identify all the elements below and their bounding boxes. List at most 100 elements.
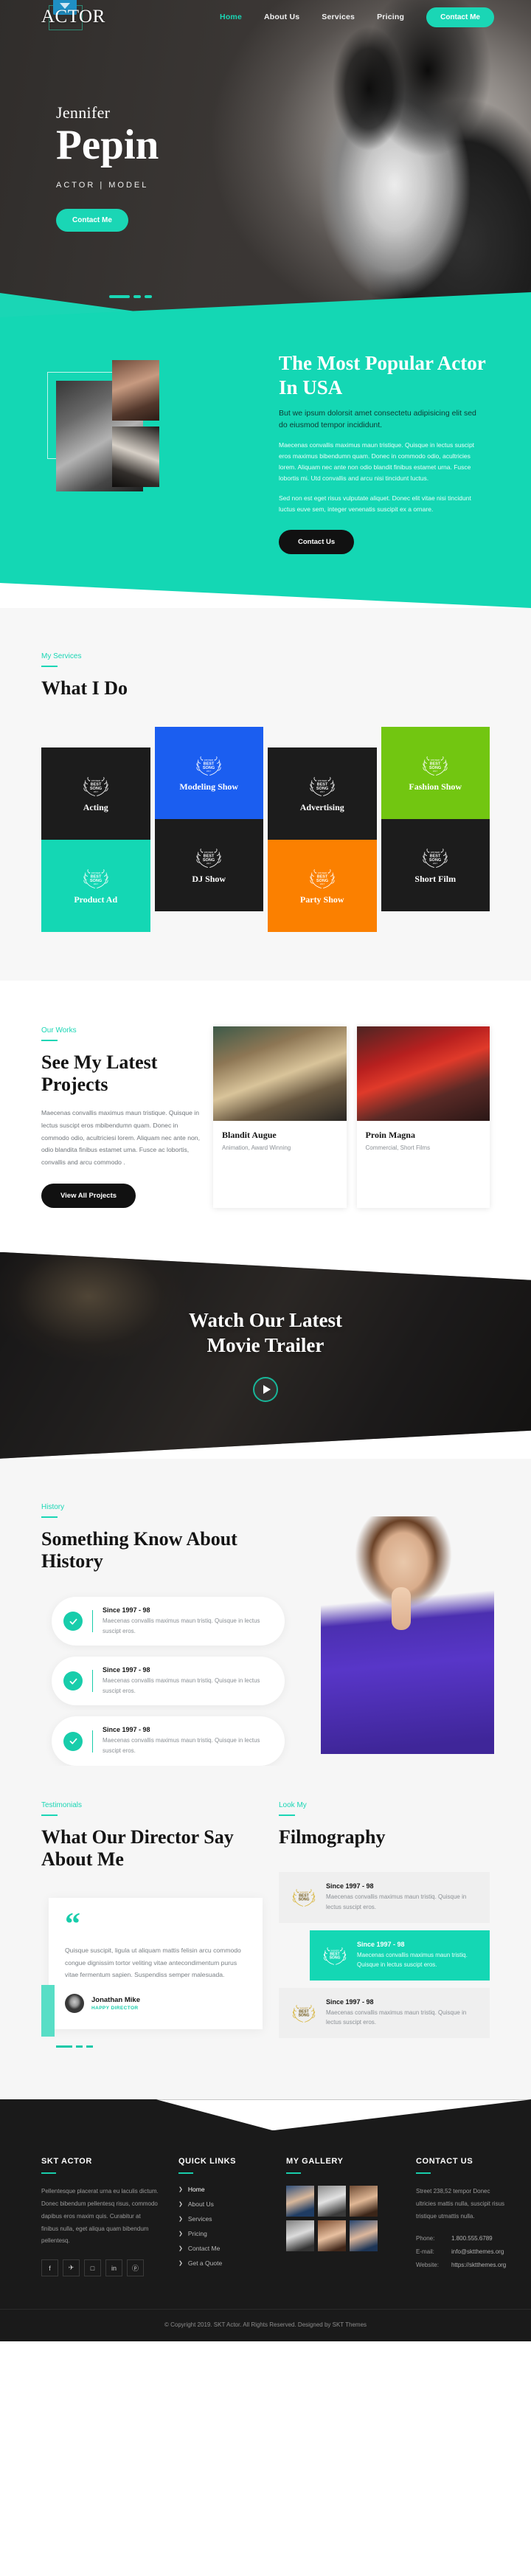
chevron-right-icon: ❯ [178, 2246, 183, 2252]
gallery-thumbnail[interactable] [286, 2186, 314, 2217]
history-title: Something Know About History [41, 1527, 237, 1572]
quote-icon: “ [65, 1907, 80, 1942]
gallery-thumbnail[interactable] [286, 2220, 314, 2252]
services-column-1: ★ WINNER ★ BEST SONG 2017 Acting ★ WINNE… [41, 747, 150, 932]
nav-item-home[interactable]: Home [220, 13, 242, 21]
footer-link-contact-me[interactable]: ❯ Contact Me [178, 2245, 267, 2252]
gallery-thumbnail[interactable] [318, 2186, 346, 2217]
history-item[interactable]: Since 1997 - 98 Maecenas convallis maxim… [52, 1716, 285, 1766]
footer-quick-links-rule [178, 2172, 193, 2175]
footer-contact-column: CONTACT US Street 238,52 tempor Donec ul… [416, 2157, 506, 2276]
history-item-divider [92, 1730, 93, 1753]
laurel-wreath-icon: ★ WINNER ★ BEST SONG 2017 [196, 756, 221, 776]
laurel-wreath-icon: ★ WINNER ★ BEST SONG 2017 [423, 756, 448, 776]
instagram-icon[interactable]: □ [84, 2259, 101, 2277]
svg-text:2017: 2017 [94, 790, 99, 793]
service-card-acting[interactable]: ★ WINNER ★ BEST SONG 2017 Acting [41, 747, 150, 840]
footer-copyright: © Copyright 2019. SKT Actor. All Rights … [0, 2309, 531, 2341]
testimonial-quote-text: Quisque suscipit, ligula ut aliquam matt… [65, 1947, 241, 1978]
service-card-product-ad[interactable]: ★ WINNER ★ BEST SONG 2017 Product Ad [41, 839, 150, 932]
works-body-text: Maecenas convallis maximus maun tristiqu… [41, 1109, 200, 1167]
project-thumbnail [356, 1026, 490, 1121]
project-card[interactable]: Blandit Augue Animation, Award Winning [213, 1026, 347, 1208]
filmography-item[interactable]: ★ WINNER ★ BEST SONG Since 1997 - 98 Mae… [310, 1930, 490, 1981]
service-card-short-film[interactable]: ★ WINNER ★ BEST SONG 2017 Short Film [381, 818, 490, 911]
history-item-text: Maecenas convallis maximus maun tristiq.… [103, 1677, 260, 1694]
gallery-thumbnail[interactable] [350, 2186, 378, 2217]
service-card-modeling-show[interactable]: ★ WINNER ★ BEST SONG 2017 Modeling Show [154, 726, 263, 819]
footer-link-get-a-quote[interactable]: ❯ Get a Quote [178, 2259, 267, 2267]
services-title: What I Do [41, 677, 128, 699]
svg-text:★ WINNER ★: ★ WINNER ★ [201, 851, 216, 854]
footer-gallery-grid [286, 2186, 397, 2252]
hero-first-name: Jennifer [56, 103, 111, 122]
footer-link-label: About Us [187, 2200, 214, 2209]
footer-link-services[interactable]: ❯ Services [178, 2215, 267, 2223]
history-list: Since 1997 - 98 Maecenas convallis maxim… [41, 1597, 285, 1766]
hero-slider-dots[interactable] [109, 295, 152, 298]
contact-row-value[interactable]: 1.800.555.6789 [451, 2235, 493, 2242]
history-portrait-image [321, 1516, 494, 1754]
testimonial-slider-dots[interactable] [56, 2045, 263, 2048]
nav-item-pricing[interactable]: Pricing [377, 13, 404, 21]
contact-row-value[interactable]: info@sktthemes.org [451, 2248, 504, 2255]
twitter-icon[interactable]: ✈ [63, 2259, 80, 2277]
svg-text:★ WINNER ★: ★ WINNER ★ [297, 2006, 310, 2009]
filmography-item[interactable]: ★ WINNER ★ BEST SONG Since 1997 - 98 Mae… [279, 1987, 490, 2038]
facebook-icon[interactable]: f [41, 2259, 58, 2277]
chevron-right-icon: ❯ [178, 2187, 183, 2193]
footer-quick-links-column: QUICK LINKS ❯ Home ❯ About Us ❯ Services ❯ P… [178, 2157, 267, 2276]
gallery-thumbnail[interactable] [350, 2220, 378, 2252]
history-item-heading: Since 1997 - 98 [103, 1726, 150, 1734]
svg-text:SONG: SONG [316, 787, 328, 791]
service-card-party-show[interactable]: ★ WINNER ★ BEST SONG 2017 Party Show [268, 839, 377, 932]
gallery-thumbnail[interactable] [318, 2220, 346, 2252]
linkedin-icon[interactable]: in [105, 2259, 122, 2277]
history-eyebrow-rule [41, 1516, 58, 1518]
popular-contact-us-button[interactable]: Contact Us [279, 530, 354, 554]
works-title: See My Latest Projects [41, 1051, 158, 1096]
hero-contact-me-button[interactable]: Contact Me [56, 209, 128, 232]
filmography-item[interactable]: ★ WINNER ★ BEST SONG Since 1997 - 98 Mae… [279, 1872, 490, 1923]
pinterest-icon[interactable]: ⓟ [127, 2259, 144, 2277]
site-footer: SKT ACTOR Pellentesque placerat urna eu … [0, 2099, 531, 2342]
history-item[interactable]: Since 1997 - 98 Maecenas convallis maxim… [52, 1597, 285, 1646]
laurel-wreath-icon: ★ WINNER ★ BEST SONG 2017 [196, 848, 221, 868]
history-section: History Something Know About History Sin… [0, 1458, 531, 1766]
logo-label: ACTOR [41, 7, 105, 27]
hero-last-name: Pepin [56, 122, 159, 168]
play-icon[interactable] [253, 1377, 278, 1402]
svg-text:2017: 2017 [433, 770, 438, 773]
contact-row-key: Website: [416, 2261, 439, 2268]
filmography-item-heading: Since 1997 - 98 [357, 1940, 405, 1948]
history-item[interactable]: Since 1997 - 98 Maecenas convallis maxim… [52, 1657, 285, 1706]
footer-link-home[interactable]: ❯ Home [178, 2186, 267, 2193]
footer-link-about-us[interactable]: ❯ About Us [178, 2200, 267, 2208]
services-section: My Services What I Do ★ WINNER ★ BEST SO… [0, 608, 531, 981]
view-all-projects-button[interactable]: View All Projects [41, 1183, 136, 1208]
history-eyebrow: History [41, 1502, 65, 1511]
project-subtitle: Animation, Award Winning [222, 1144, 291, 1151]
avatar [65, 1994, 84, 2014]
svg-text:★ WINNER ★: ★ WINNER ★ [428, 851, 442, 854]
service-card-advertising[interactable]: ★ WINNER ★ BEST SONG 2017 Advertising [268, 747, 377, 840]
services-eyebrow-rule [41, 666, 58, 667]
testimonials-eyebrow: Testimonials [41, 1800, 83, 1809]
service-card-dj-show[interactable]: ★ WINNER ★ BEST SONG 2017 DJ Show [154, 818, 263, 911]
service-card-fashion-show[interactable]: ★ WINNER ★ BEST SONG 2017 Fashion Show [381, 726, 490, 819]
chevron-right-icon: ❯ [178, 2202, 183, 2208]
nav-contact-me-button[interactable]: Contact Me [426, 7, 494, 27]
svg-text:SONG: SONG [90, 787, 102, 791]
project-card[interactable]: Proin Magna Commercial, Short Films [356, 1026, 490, 1208]
history-item-text: Maecenas convallis maximus maun tristiq.… [103, 1617, 260, 1634]
contact-row-value[interactable]: https://sktthemes.org [451, 2262, 506, 2268]
nav-item-services[interactable]: Services [322, 13, 355, 21]
collage-image-2 [112, 360, 159, 421]
nav-item-about-us[interactable]: About Us [264, 13, 299, 21]
footer-link-pricing[interactable]: ❯ Pricing [178, 2230, 267, 2237]
filmography-item-text: Maecenas convallis maximus maun tristiq.… [357, 1951, 468, 1969]
svg-text:★ WINNER ★: ★ WINNER ★ [315, 871, 330, 874]
most-popular-section: The Most Popular Actor In USA But we ips… [0, 292, 531, 608]
site-logo[interactable]: ACTOR [41, 0, 105, 30]
svg-text:★ WINNER ★: ★ WINNER ★ [328, 1949, 341, 1952]
